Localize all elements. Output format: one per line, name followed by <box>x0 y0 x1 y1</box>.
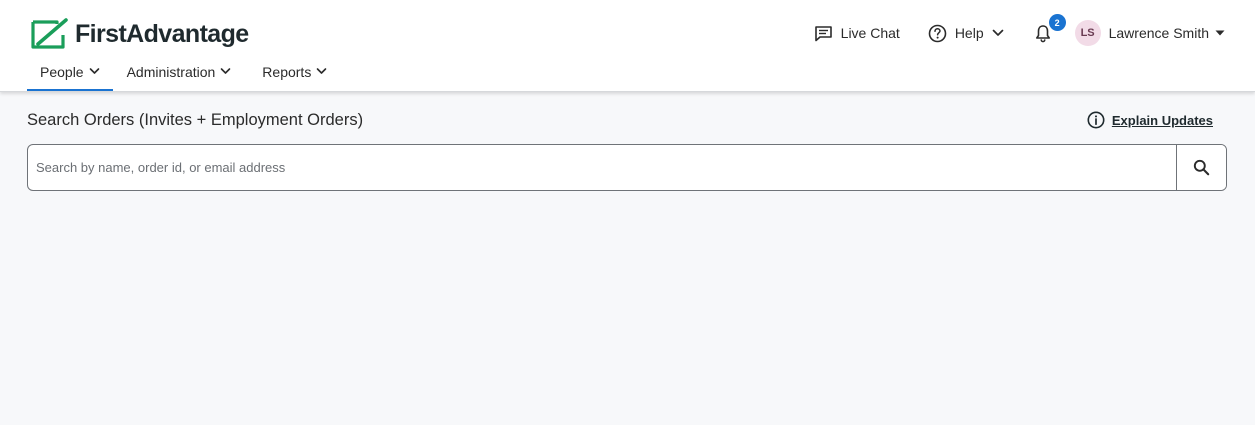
page-title: Search Orders (Invites + Employment Orde… <box>27 111 364 129</box>
chevron-down-icon <box>992 29 1003 36</box>
brand-name: FirstAdvantage <box>75 19 249 48</box>
chevron-down-icon <box>220 68 231 74</box>
search-icon <box>1193 159 1210 176</box>
live-chat-label: Live Chat <box>840 25 900 41</box>
help-menu-button[interactable]: Help <box>928 24 1004 43</box>
nav-tab-label: Administration <box>126 64 216 80</box>
nav-tab-label: People <box>40 64 84 80</box>
first-advantage-logo-icon <box>31 18 68 49</box>
search-button[interactable] <box>1176 145 1226 190</box>
user-name: Lawrence Smith <box>1108 25 1209 41</box>
explain-updates-link[interactable]: Explain Updates <box>1087 111 1213 129</box>
caret-down-icon <box>1215 30 1225 36</box>
avatar: LS <box>1074 20 1101 46</box>
chevron-down-icon <box>89 68 99 74</box>
user-menu-button[interactable]: LS Lawrence Smith <box>1074 20 1225 46</box>
brand-logo[interactable]: FirstAdvantage <box>30 17 249 51</box>
header-actions: Live Chat Help 2 LS Lawrence Smith <box>814 14 1225 47</box>
notification-count-badge: 2 <box>1048 14 1066 31</box>
top-header: FirstAdvantage Live Chat Help 2 LS Lawre… <box>0 0 1255 92</box>
nav-tab-reports[interactable]: Reports <box>249 57 340 91</box>
help-icon <box>928 24 947 42</box>
help-label: Help <box>954 25 984 41</box>
chevron-down-icon <box>317 68 327 74</box>
notifications-button[interactable]: 2 <box>1032 14 1066 46</box>
nav-tab-administration[interactable]: Administration <box>114 57 245 91</box>
info-icon <box>1087 111 1105 129</box>
chat-icon <box>814 25 832 41</box>
live-chat-button[interactable]: Live Chat <box>814 25 900 42</box>
main-nav: People Administration Reports <box>27 57 340 91</box>
bell-icon <box>1035 24 1050 42</box>
explain-updates-label: Explain Updates <box>1111 112 1213 128</box>
order-search-bar <box>27 144 1227 191</box>
nav-tab-people[interactable]: People <box>27 57 113 91</box>
search-input[interactable] <box>28 145 1176 190</box>
nav-tab-label: Reports <box>262 64 312 80</box>
